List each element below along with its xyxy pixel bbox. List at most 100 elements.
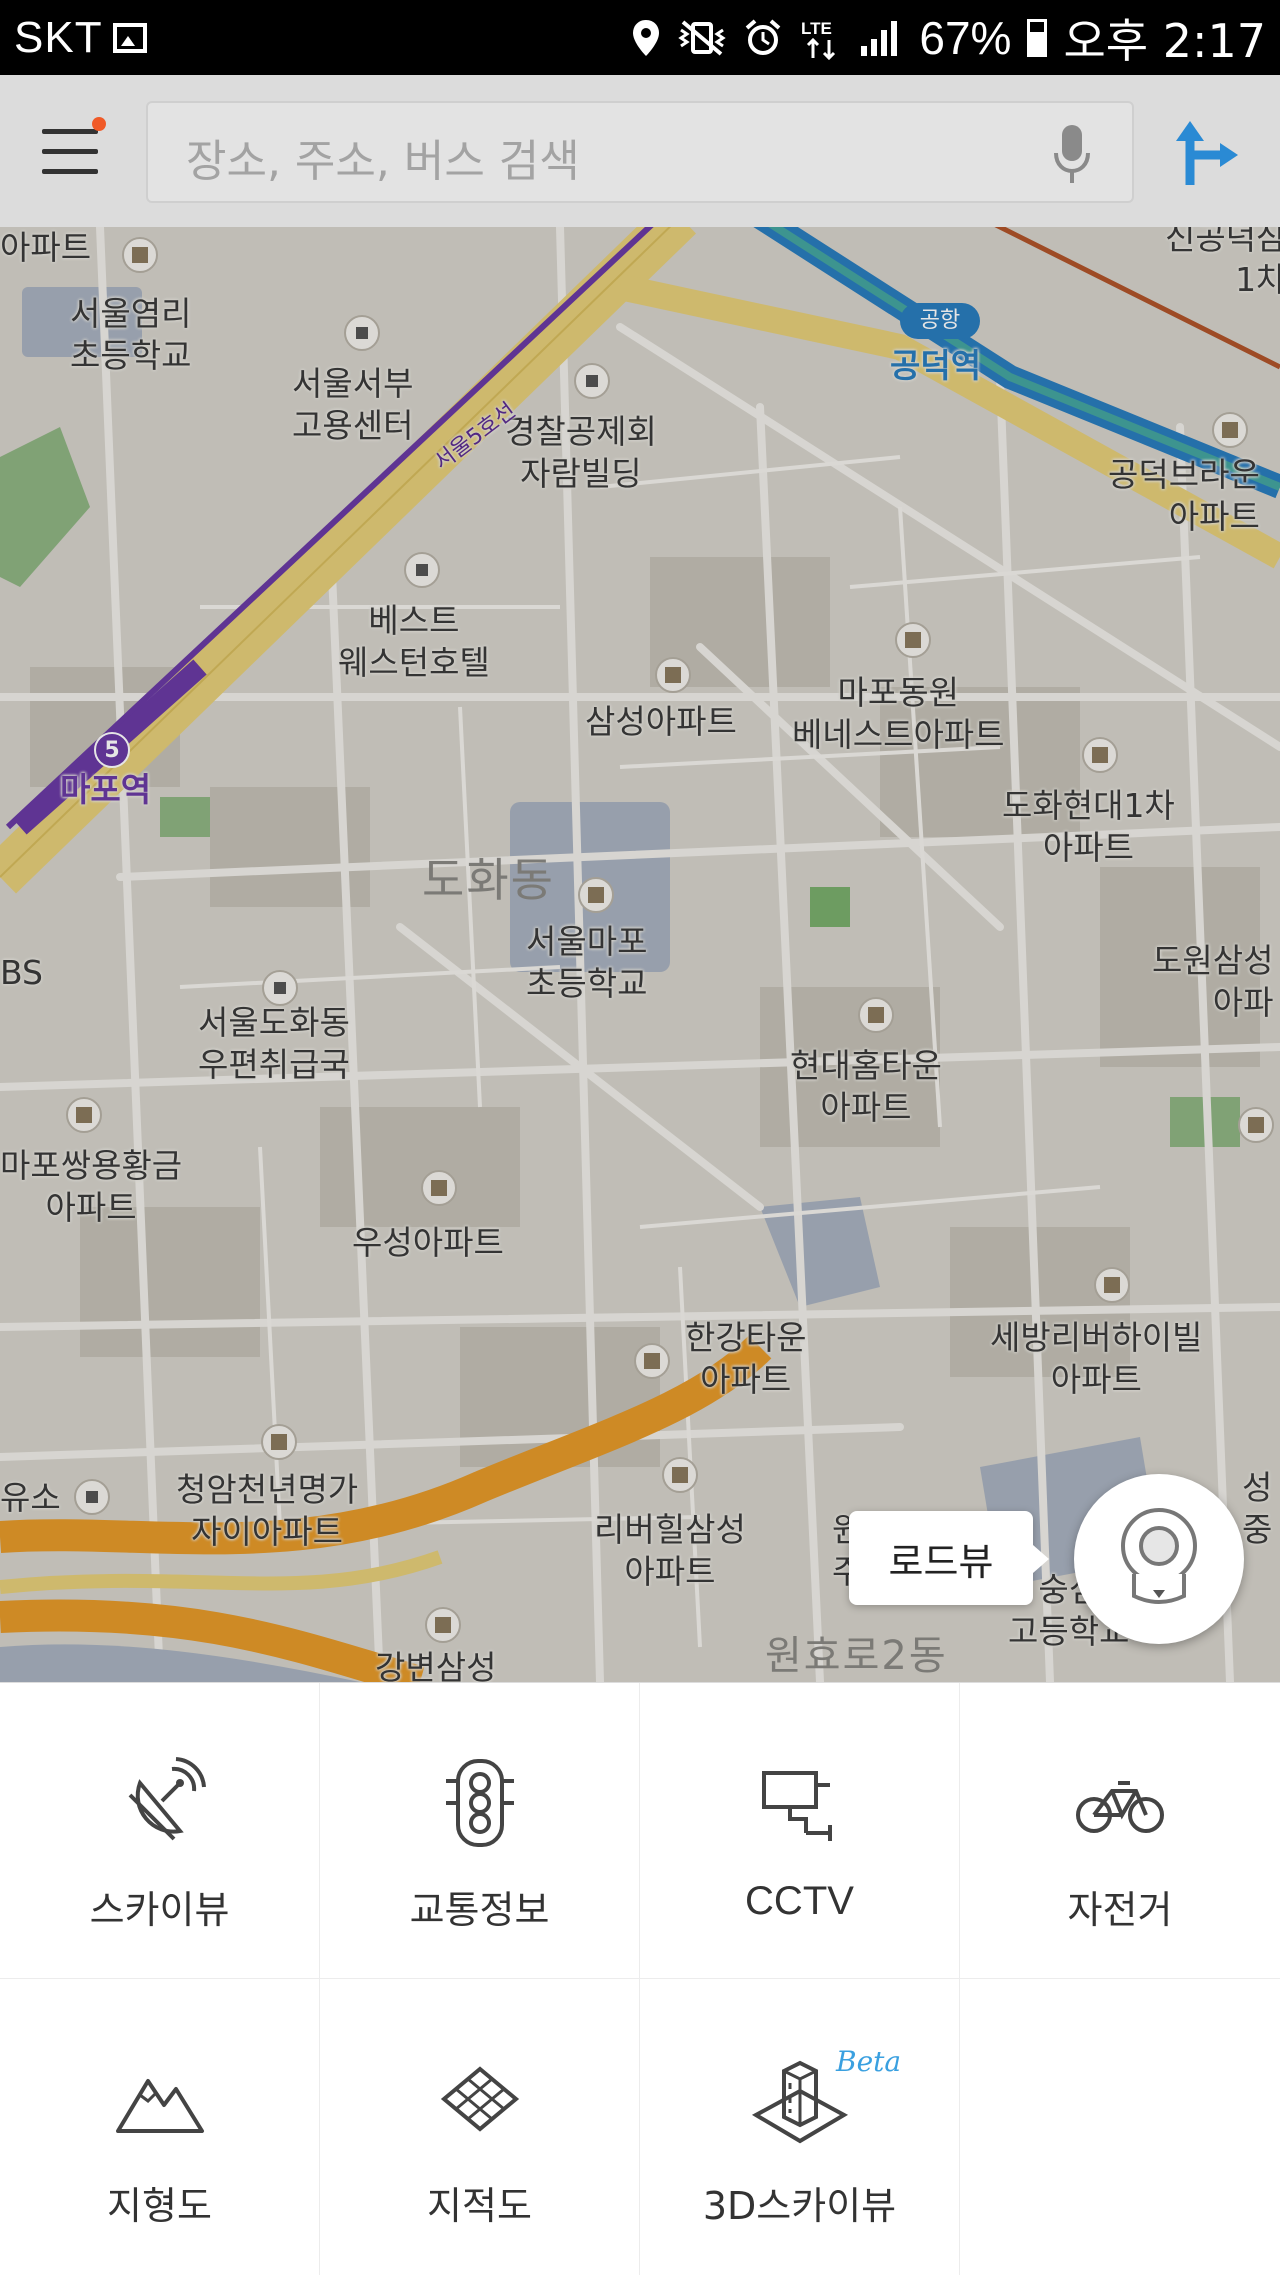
- clock: 오후 2:17: [1063, 13, 1266, 68]
- layer-terrain-button[interactable]: 지형도: [0, 1979, 320, 2275]
- layer-bicycle-button[interactable]: 자전거: [960, 1683, 1280, 1979]
- apartment-icon[interactable]: [261, 1424, 297, 1460]
- map-label[interactable]: 서울마포 초등학교: [526, 921, 647, 1005]
- vibrate-icon: [678, 19, 727, 56]
- battery-icon: [1027, 18, 1048, 57]
- map-label[interactable]: 공덕브라운 아파트: [1108, 454, 1260, 538]
- map-layer-options: 스카이뷰 교통정보 CCTV 자전거 지형도 지적도 Beta 3D스카이뷰: [0, 1682, 1280, 2275]
- cctv-camera-icon: [762, 1771, 832, 1841]
- roadview-camera-icon: [1121, 1508, 1197, 1604]
- alarm-icon: [746, 18, 781, 55]
- apartment-icon[interactable]: [634, 1343, 670, 1379]
- apartment-icon[interactable]: [1238, 1107, 1274, 1143]
- gas-station-icon[interactable]: [74, 1479, 110, 1515]
- map-label[interactable]: 서울염리 초등학교: [70, 293, 191, 377]
- lte-icon: LTE: [801, 19, 836, 60]
- school-icon[interactable]: [122, 237, 158, 273]
- svg-text:LTE: LTE: [801, 19, 832, 38]
- layer-label: 지형도: [107, 2184, 212, 2228]
- apartment-icon[interactable]: [655, 657, 691, 693]
- status-bar: SKT LTE 67% 오후 2:17: [0, 0, 1280, 75]
- layer-3d-skyview-button[interactable]: Beta 3D스카이뷰: [640, 1979, 960, 2275]
- layer-empty-slot: [960, 1979, 1280, 2275]
- layer-traffic-button[interactable]: 교통정보: [320, 1683, 640, 1979]
- map-label[interactable]: 신공덕삼 1차: [1165, 227, 1280, 301]
- notification-dot: [92, 117, 106, 131]
- layer-label: 교통정보: [409, 1888, 550, 1932]
- map-label[interactable]: 유소: [0, 1477, 61, 1519]
- map-label[interactable]: 강변삼성: [375, 1647, 496, 1682]
- directions-icon[interactable]: [1170, 115, 1242, 187]
- signal-icon: [861, 20, 898, 56]
- 3d-building-icon: [751, 2060, 849, 2144]
- map-label[interactable]: 베스트 웨스턴호텔: [338, 600, 490, 684]
- roadview-tooltip[interactable]: 로드뷰: [849, 1511, 1049, 1605]
- layer-label: 3D스카이뷰: [702, 2184, 897, 2228]
- location-icon: [633, 19, 660, 56]
- layer-label: 지적도: [427, 2184, 532, 2228]
- map-label-station[interactable]: 마포역: [60, 769, 151, 811]
- search-input[interactable]: 장소, 주소, 버스 검색: [146, 101, 1134, 203]
- map-label[interactable]: BS: [0, 952, 43, 994]
- hamburger-line: [42, 149, 98, 154]
- map-label[interactable]: 서울도화동 우편취급국: [198, 1002, 350, 1086]
- bicycle-icon: [1076, 1781, 1164, 1833]
- status-icons: LTE 67% 오후 2:17: [631, 5, 1266, 71]
- airport-line-badge: 공항: [900, 303, 980, 339]
- cadastral-grid-icon: [440, 2066, 520, 2132]
- building-icon[interactable]: [344, 315, 380, 351]
- satellite-dish-icon: [128, 1757, 206, 1841]
- battery-percentage: 67%: [919, 11, 1012, 64]
- apartment-icon[interactable]: [662, 1457, 698, 1493]
- building-icon[interactable]: [574, 363, 610, 399]
- hotel-icon[interactable]: [404, 552, 440, 588]
- map-label[interactable]: 세방리버하이빌 아파트: [990, 1317, 1203, 1401]
- map-label[interactable]: 한강타운 아파트: [685, 1317, 806, 1401]
- top-search-bar: 장소, 주소, 버스 검색: [0, 75, 1280, 227]
- school-icon[interactable]: [578, 877, 614, 913]
- map-label[interactable]: 성 중: [1242, 1467, 1272, 1551]
- map-view[interactable]: 5 공항 아파트 서울염리 초등학교 서울서부 고용센터 경찰공제회 자람빌딩 …: [0, 227, 1280, 1682]
- map-label[interactable]: 삼성아파트: [585, 701, 737, 743]
- map-label[interactable]: 마포쌍용황금 아파트: [0, 1145, 182, 1229]
- layer-cctv-button[interactable]: CCTV: [640, 1683, 960, 1979]
- search-placeholder: 장소, 주소, 버스 검색: [186, 136, 580, 187]
- map-label[interactable]: 아파트: [0, 227, 91, 269]
- map-district-label: 도화동: [422, 853, 555, 907]
- apartment-icon[interactable]: [895, 622, 931, 658]
- beta-badge: Beta: [836, 2045, 902, 2078]
- layer-cadastral-button[interactable]: 지적도: [320, 1979, 640, 2275]
- layer-label: 스카이뷰: [89, 1888, 230, 1932]
- map-label[interactable]: 도화현대1차 아파트: [1002, 785, 1175, 869]
- post-office-icon[interactable]: [262, 970, 298, 1006]
- apartment-icon[interactable]: [1082, 737, 1118, 773]
- apartment-icon[interactable]: [66, 1097, 102, 1133]
- apartment-icon[interactable]: [1094, 1267, 1130, 1303]
- map-district-label: 원효로2동: [765, 1633, 948, 1679]
- menu-button[interactable]: [42, 117, 106, 181]
- map-label[interactable]: 우성아파트: [352, 1222, 504, 1264]
- layer-skyview-button[interactable]: 스카이뷰: [0, 1683, 320, 1979]
- apartment-icon[interactable]: [421, 1170, 457, 1206]
- map-label[interactable]: 경찰공제회 자람빌딩: [505, 411, 657, 495]
- apartment-icon[interactable]: [858, 997, 894, 1033]
- map-label[interactable]: 리버힐삼성 아파트: [594, 1509, 746, 1593]
- map-label-station[interactable]: 공덕역: [890, 345, 981, 387]
- mountain-icon: [116, 2079, 204, 2133]
- carrier-name: SKT: [14, 12, 103, 62]
- apartment-icon[interactable]: [1212, 412, 1248, 448]
- subway-line-5-badge: 5: [94, 732, 130, 768]
- layer-label: 자전거: [1067, 1888, 1173, 1932]
- hamburger-icon: [42, 129, 98, 134]
- map-label[interactable]: 도원삼성 아파: [1152, 940, 1273, 1024]
- roadview-label: 로드뷰: [888, 1539, 994, 1584]
- map-label[interactable]: 마포동원 베네스트아파트: [792, 672, 1005, 756]
- layer-label: CCTV: [745, 1879, 854, 1923]
- map-label[interactable]: 청암천년명가 자이아파트: [176, 1469, 358, 1553]
- microphone-icon[interactable]: [1052, 123, 1092, 185]
- traffic-light-icon: [446, 1759, 514, 1847]
- map-label[interactable]: 서울서부 고용센터: [292, 363, 413, 447]
- apartment-icon[interactable]: [425, 1607, 461, 1643]
- roadview-button[interactable]: [1074, 1474, 1244, 1644]
- map-label[interactable]: 현대홈타운 아파트: [790, 1045, 942, 1129]
